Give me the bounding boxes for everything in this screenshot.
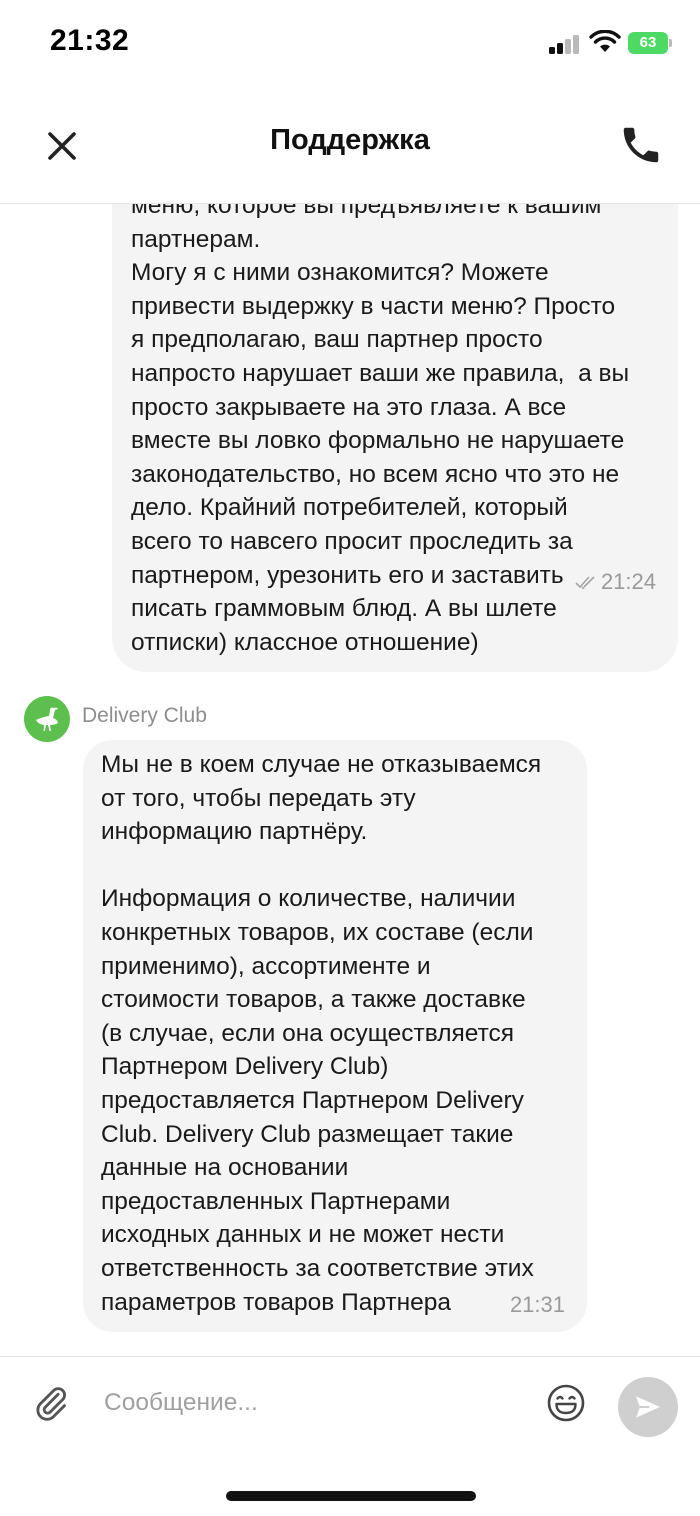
- signal-icon: [549, 34, 581, 54]
- chat-header: Поддержка: [0, 100, 700, 204]
- message-text: Мы не в коем случае не отказываемся от т…: [101, 751, 542, 1316]
- double-check-icon: [575, 576, 595, 589]
- incoming-message[interactable]: Мы не в коем случае не отказываемся от т…: [83, 740, 587, 1332]
- phone-icon[interactable]: [618, 122, 664, 168]
- message-time: 21:31: [509, 1292, 565, 1317]
- send-icon: [636, 1396, 660, 1418]
- status-bar: 21:32 63: [0, 0, 700, 88]
- avatar[interactable]: [24, 696, 70, 742]
- battery-indicator: 63: [628, 32, 672, 54]
- ostrich-logo-icon: [36, 707, 58, 731]
- message-time: 21:24: [600, 569, 656, 594]
- wifi-icon: [589, 30, 621, 52]
- send-button[interactable]: [618, 1377, 678, 1437]
- message-composer: [0, 1356, 700, 1450]
- page-title: Поддержка: [270, 124, 430, 156]
- sender-name: Delivery Club: [82, 704, 207, 727]
- message-meta: 21:24: [575, 569, 656, 595]
- battery-level: 63: [639, 34, 657, 51]
- paperclip-icon[interactable]: [32, 1381, 70, 1425]
- message-list[interactable]: меню, которое вы предъявляете к вашим па…: [0, 204, 700, 1356]
- status-time: 21:32: [50, 24, 130, 57]
- message-input[interactable]: [104, 1383, 524, 1423]
- home-indicator[interactable]: [226, 1491, 476, 1501]
- emoji-icon[interactable]: [546, 1383, 586, 1423]
- outgoing-message[interactable]: меню, которое вы предъявляете к вашим па…: [112, 204, 678, 672]
